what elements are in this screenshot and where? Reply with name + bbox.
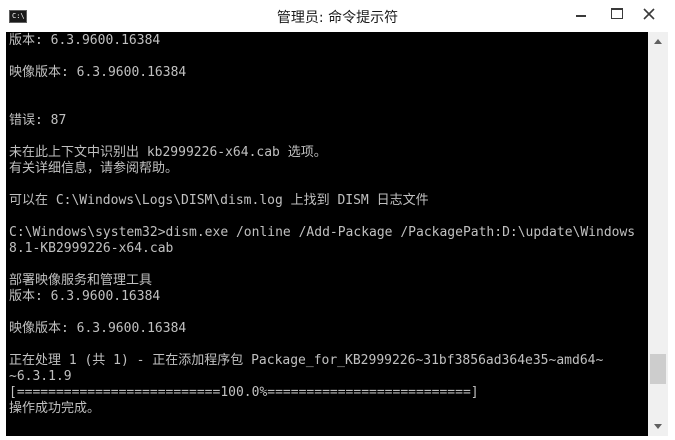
console-line: 8.1-KB2999226-x64.cab [9,241,174,256]
console-line: 未在此上下文中识别出 kb2999226-x64.cab 选项。 [9,145,327,160]
console-line: 部署映像服务和管理工具 [9,273,153,288]
scroll-up-arrow-icon[interactable] [648,32,668,50]
console-line: 有关详细信息，请参阅帮助。 [9,161,179,176]
progress-bar-text: [==========================100.0%=======… [9,385,479,400]
close-icon [643,8,655,20]
console-line: C:\Windows\system32>dism.exe /online /Ad… [9,225,636,240]
console-line: 映像版本: 6.3.9600.16384 [9,321,187,336]
minimize-button[interactable] [568,4,594,24]
console-line: 映像版本: 6.3.9600.16384 [9,65,187,80]
console-line: 版本: 6.3.9600.16384 [9,33,161,48]
vertical-scrollbar[interactable] [648,32,668,436]
scrollbar-thumb[interactable] [650,354,666,385]
title-bar[interactable]: C:\ 管理员: 命令提示符 [0,0,675,32]
console-output[interactable]: 版本: 6.3.9600.16384 映像版本: 6.3.9600.16384 … [6,32,648,436]
console-line: ~6.3.1.9 [9,369,72,384]
console-line: 操作成功完成。 [9,401,101,416]
console-line: 错误: 87 [9,113,67,128]
console-line: 版本: 6.3.9600.16384 [9,289,161,304]
console-line: 可以在 C:\Windows\Logs\DISM\dism.log 上找到 DI… [9,193,429,208]
window-border [668,32,675,440]
maximize-button[interactable] [604,4,630,24]
scroll-down-arrow-icon[interactable] [648,418,668,436]
console-line: 正在处理 1 (共 1) - 正在添加程序包 Package_for_KB299… [9,353,604,368]
command-prompt-window: C:\ 管理员: 命令提示符 版本: 6.3.9600.16384 映像版本: … [0,0,675,440]
close-button[interactable] [636,4,662,24]
